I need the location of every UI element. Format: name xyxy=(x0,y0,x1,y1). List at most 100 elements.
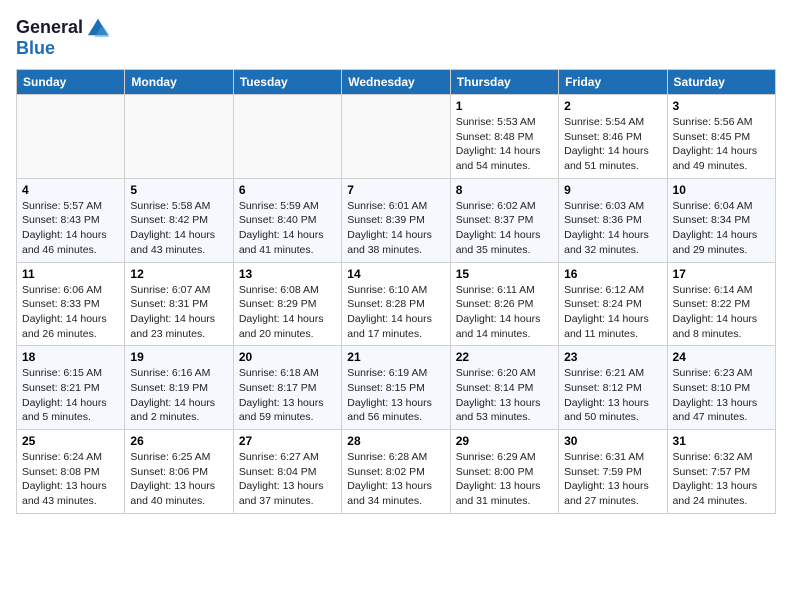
calendar-cell: 1 Sunrise: 5:53 AM Sunset: 8:48 PM Daylig… xyxy=(450,95,558,179)
calendar-cell: 28 Sunrise: 6:28 AM Sunset: 8:02 PM Dayli… xyxy=(342,430,450,514)
day-detail: Sunrise: 5:54 AM Sunset: 8:46 PM Dayligh… xyxy=(564,115,661,174)
calendar-cell: 7 Sunrise: 6:01 AM Sunset: 8:39 PM Daylig… xyxy=(342,178,450,262)
day-detail: Sunrise: 6:08 AM Sunset: 8:29 PM Dayligh… xyxy=(239,283,336,342)
day-detail: Sunrise: 6:11 AM Sunset: 8:26 PM Dayligh… xyxy=(456,283,553,342)
calendar-cell: 29 Sunrise: 6:29 AM Sunset: 8:00 PM Dayli… xyxy=(450,430,558,514)
calendar-cell xyxy=(125,95,233,179)
day-detail: Sunrise: 5:59 AM Sunset: 8:40 PM Dayligh… xyxy=(239,199,336,258)
calendar-cell: 26 Sunrise: 6:25 AM Sunset: 8:06 PM Dayli… xyxy=(125,430,233,514)
calendar-cell: 31Sunrise: 6:32 AM Sunset: 7:57 PM Dayli… xyxy=(667,430,775,514)
day-detail: Sunrise: 6:06 AM Sunset: 8:33 PM Dayligh… xyxy=(22,283,119,342)
day-number: 4 xyxy=(22,183,119,197)
header: General Blue xyxy=(16,16,776,59)
day-detail: Sunrise: 6:23 AM Sunset: 8:10 PM Dayligh… xyxy=(673,366,770,425)
calendar-cell: 20Sunrise: 6:18 AM Sunset: 8:17 PM Dayli… xyxy=(233,346,341,430)
day-number: 2 xyxy=(564,99,661,113)
calendar-cell: 3 Sunrise: 5:56 AM Sunset: 8:45 PM Daylig… xyxy=(667,95,775,179)
day-detail: Sunrise: 6:15 AM Sunset: 8:21 PM Dayligh… xyxy=(22,366,119,425)
calendar-cell xyxy=(17,95,125,179)
day-detail: Sunrise: 5:56 AM Sunset: 8:45 PM Dayligh… xyxy=(673,115,770,174)
day-detail: Sunrise: 5:53 AM Sunset: 8:48 PM Dayligh… xyxy=(456,115,553,174)
day-number: 26 xyxy=(130,434,227,448)
day-number: 22 xyxy=(456,350,553,364)
day-detail: Sunrise: 6:31 AM Sunset: 7:59 PM Dayligh… xyxy=(564,450,661,509)
logo-text-row: General xyxy=(16,16,109,38)
calendar-cell: 18Sunrise: 6:15 AM Sunset: 8:21 PM Dayli… xyxy=(17,346,125,430)
calendar-cell: 13 Sunrise: 6:08 AM Sunset: 8:29 PM Dayli… xyxy=(233,262,341,346)
day-detail: Sunrise: 6:24 AM Sunset: 8:08 PM Dayligh… xyxy=(22,450,119,509)
day-number: 28 xyxy=(347,434,444,448)
calendar-cell: 11 Sunrise: 6:06 AM Sunset: 8:33 PM Dayli… xyxy=(17,262,125,346)
logo-blue-text: Blue xyxy=(16,38,55,59)
calendar-week-row: 11 Sunrise: 6:06 AM Sunset: 8:33 PM Dayli… xyxy=(17,262,776,346)
day-number: 10 xyxy=(673,183,770,197)
day-number: 15 xyxy=(456,267,553,281)
day-detail: Sunrise: 6:16 AM Sunset: 8:19 PM Dayligh… xyxy=(130,366,227,425)
day-header-monday: Monday xyxy=(125,70,233,95)
calendar-cell: 5Sunrise: 5:58 AM Sunset: 8:42 PM Daylig… xyxy=(125,178,233,262)
calendar-cell: 21 Sunrise: 6:19 AM Sunset: 8:15 PM Dayli… xyxy=(342,346,450,430)
day-number: 27 xyxy=(239,434,336,448)
day-detail: Sunrise: 5:57 AM Sunset: 8:43 PM Dayligh… xyxy=(22,199,119,258)
day-number: 13 xyxy=(239,267,336,281)
day-number: 8 xyxy=(456,183,553,197)
day-number: 20 xyxy=(239,350,336,364)
day-number: 1 xyxy=(456,99,553,113)
logo-general-text: General xyxy=(16,17,83,38)
logo-triangle-icon xyxy=(87,16,109,38)
day-detail: Sunrise: 6:29 AM Sunset: 8:00 PM Dayligh… xyxy=(456,450,553,509)
day-number: 6 xyxy=(239,183,336,197)
day-number: 25 xyxy=(22,434,119,448)
day-detail: Sunrise: 5:58 AM Sunset: 8:42 PM Dayligh… xyxy=(130,199,227,258)
day-detail: Sunrise: 6:04 AM Sunset: 8:34 PM Dayligh… xyxy=(673,199,770,258)
calendar-table: SundayMondayTuesdayWednesdayThursdayFrid… xyxy=(16,69,776,514)
calendar-cell xyxy=(233,95,341,179)
calendar-cell: 19 Sunrise: 6:16 AM Sunset: 8:19 PM Dayli… xyxy=(125,346,233,430)
day-detail: Sunrise: 6:25 AM Sunset: 8:06 PM Dayligh… xyxy=(130,450,227,509)
day-number: 17 xyxy=(673,267,770,281)
day-detail: Sunrise: 6:28 AM Sunset: 8:02 PM Dayligh… xyxy=(347,450,444,509)
calendar-cell: 22Sunrise: 6:20 AM Sunset: 8:14 PM Dayli… xyxy=(450,346,558,430)
calendar-cell: 15 Sunrise: 6:11 AM Sunset: 8:26 PM Dayli… xyxy=(450,262,558,346)
day-detail: Sunrise: 6:03 AM Sunset: 8:36 PM Dayligh… xyxy=(564,199,661,258)
calendar-week-row: 4 Sunrise: 5:57 AM Sunset: 8:43 PM Daylig… xyxy=(17,178,776,262)
day-number: 29 xyxy=(456,434,553,448)
calendar-week-row: 25 Sunrise: 6:24 AM Sunset: 8:08 PM Dayli… xyxy=(17,430,776,514)
calendar-cell: 14Sunrise: 6:10 AM Sunset: 8:28 PM Dayli… xyxy=(342,262,450,346)
day-detail: Sunrise: 6:27 AM Sunset: 8:04 PM Dayligh… xyxy=(239,450,336,509)
day-number: 11 xyxy=(22,267,119,281)
calendar-header-row: SundayMondayTuesdayWednesdayThursdayFrid… xyxy=(17,70,776,95)
day-header-saturday: Saturday xyxy=(667,70,775,95)
logo: General Blue xyxy=(16,16,109,59)
day-detail: Sunrise: 6:32 AM Sunset: 7:57 PM Dayligh… xyxy=(673,450,770,509)
calendar-cell: 4 Sunrise: 5:57 AM Sunset: 8:43 PM Daylig… xyxy=(17,178,125,262)
day-header-tuesday: Tuesday xyxy=(233,70,341,95)
calendar-cell: 10 Sunrise: 6:04 AM Sunset: 8:34 PM Dayli… xyxy=(667,178,775,262)
day-number: 24 xyxy=(673,350,770,364)
day-number: 19 xyxy=(130,350,227,364)
day-number: 12 xyxy=(130,267,227,281)
day-number: 7 xyxy=(347,183,444,197)
day-number: 23 xyxy=(564,350,661,364)
day-detail: Sunrise: 6:07 AM Sunset: 8:31 PM Dayligh… xyxy=(130,283,227,342)
day-number: 21 xyxy=(347,350,444,364)
day-detail: Sunrise: 6:10 AM Sunset: 8:28 PM Dayligh… xyxy=(347,283,444,342)
day-detail: Sunrise: 6:02 AM Sunset: 8:37 PM Dayligh… xyxy=(456,199,553,258)
calendar-cell: 24 Sunrise: 6:23 AM Sunset: 8:10 PM Dayli… xyxy=(667,346,775,430)
calendar-cell: 12 Sunrise: 6:07 AM Sunset: 8:31 PM Dayli… xyxy=(125,262,233,346)
day-detail: Sunrise: 6:01 AM Sunset: 8:39 PM Dayligh… xyxy=(347,199,444,258)
day-detail: Sunrise: 6:12 AM Sunset: 8:24 PM Dayligh… xyxy=(564,283,661,342)
calendar-week-row: 18Sunrise: 6:15 AM Sunset: 8:21 PM Dayli… xyxy=(17,346,776,430)
calendar-cell: 8 Sunrise: 6:02 AM Sunset: 8:37 PM Daylig… xyxy=(450,178,558,262)
day-number: 30 xyxy=(564,434,661,448)
day-detail: Sunrise: 6:19 AM Sunset: 8:15 PM Dayligh… xyxy=(347,366,444,425)
calendar-cell: 27 Sunrise: 6:27 AM Sunset: 8:04 PM Dayli… xyxy=(233,430,341,514)
day-number: 16 xyxy=(564,267,661,281)
day-number: 9 xyxy=(564,183,661,197)
day-number: 3 xyxy=(673,99,770,113)
day-header-friday: Friday xyxy=(559,70,667,95)
calendar-cell: 16 Sunrise: 6:12 AM Sunset: 8:24 PM Dayli… xyxy=(559,262,667,346)
calendar-cell: 25 Sunrise: 6:24 AM Sunset: 8:08 PM Dayli… xyxy=(17,430,125,514)
calendar-cell: 9 Sunrise: 6:03 AM Sunset: 8:36 PM Daylig… xyxy=(559,178,667,262)
calendar-cell: 6 Sunrise: 5:59 AM Sunset: 8:40 PM Daylig… xyxy=(233,178,341,262)
